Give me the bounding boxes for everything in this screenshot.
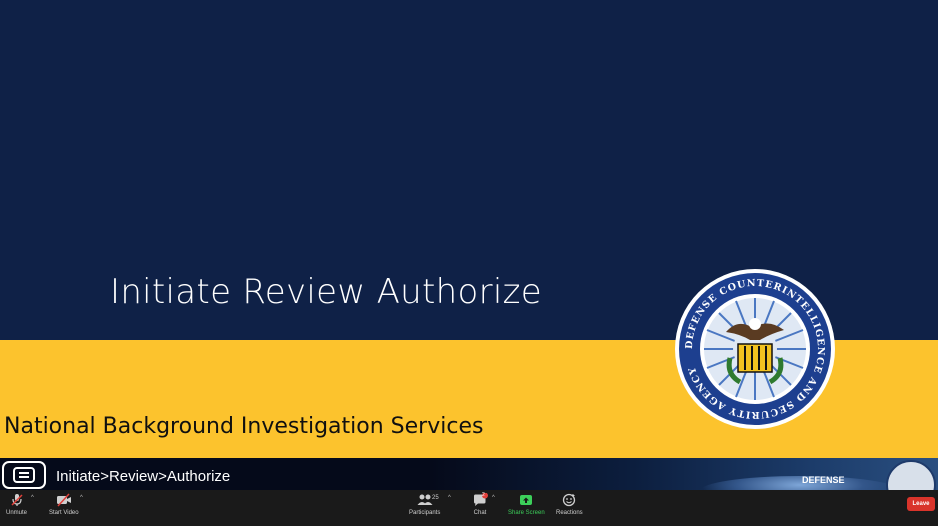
dcsa-seal-icon: DEFENSE COUNTERINTELLIGENCE AND SECURITY… — [675, 269, 835, 429]
start-video-label: Start Video — [49, 510, 79, 516]
chat-button[interactable]: Chat — [472, 493, 488, 516]
shared-slide: Initiate Review Authorize National Backg… — [0, 0, 938, 490]
chat-icon — [474, 493, 488, 506]
banner-defense-label: DEFENSE — [802, 475, 845, 485]
video-options-caret[interactable]: ^ — [80, 495, 83, 501]
meeting-toolbar: Unmute ^ Start Video ^ Participants 25 ^… — [0, 490, 938, 526]
slide-subtitle: National Background Investigation Servic… — [4, 414, 484, 439]
presentation-banner: Initiate>Review>Authorize DEFENSE — [0, 458, 938, 490]
unmute-button[interactable]: Unmute — [6, 493, 27, 516]
video-off-icon — [56, 493, 71, 507]
share-screen-button[interactable]: Share Screen — [508, 493, 545, 516]
reactions-button[interactable]: Reactions — [556, 493, 583, 516]
share-screen-icon — [520, 495, 533, 505]
audio-options-caret[interactable]: ^ — [31, 495, 34, 501]
banner-title: Initiate>Review>Authorize — [56, 468, 231, 485]
microphone-muted-icon — [10, 494, 23, 506]
participant-count: 25 — [432, 495, 439, 501]
chat-badge: 2 — [482, 492, 485, 498]
leave-button[interactable]: Leave — [907, 497, 935, 511]
slide-title: Initiate Review Authorize — [110, 272, 542, 312]
chat-label: Chat — [473, 510, 487, 516]
unmute-label: Unmute — [6, 510, 28, 516]
nbis-logo-icon — [2, 461, 46, 489]
participants-icon — [417, 494, 433, 505]
participants-label: Participants — [409, 510, 441, 516]
chat-options-caret[interactable]: ^ — [492, 495, 495, 501]
share-screen-label: Share Screen — [508, 510, 545, 516]
reactions-label: Reactions — [556, 510, 583, 516]
start-video-button[interactable]: Start Video — [49, 493, 79, 516]
reactions-icon — [563, 493, 576, 507]
participants-options-caret[interactable]: ^ — [448, 495, 451, 501]
